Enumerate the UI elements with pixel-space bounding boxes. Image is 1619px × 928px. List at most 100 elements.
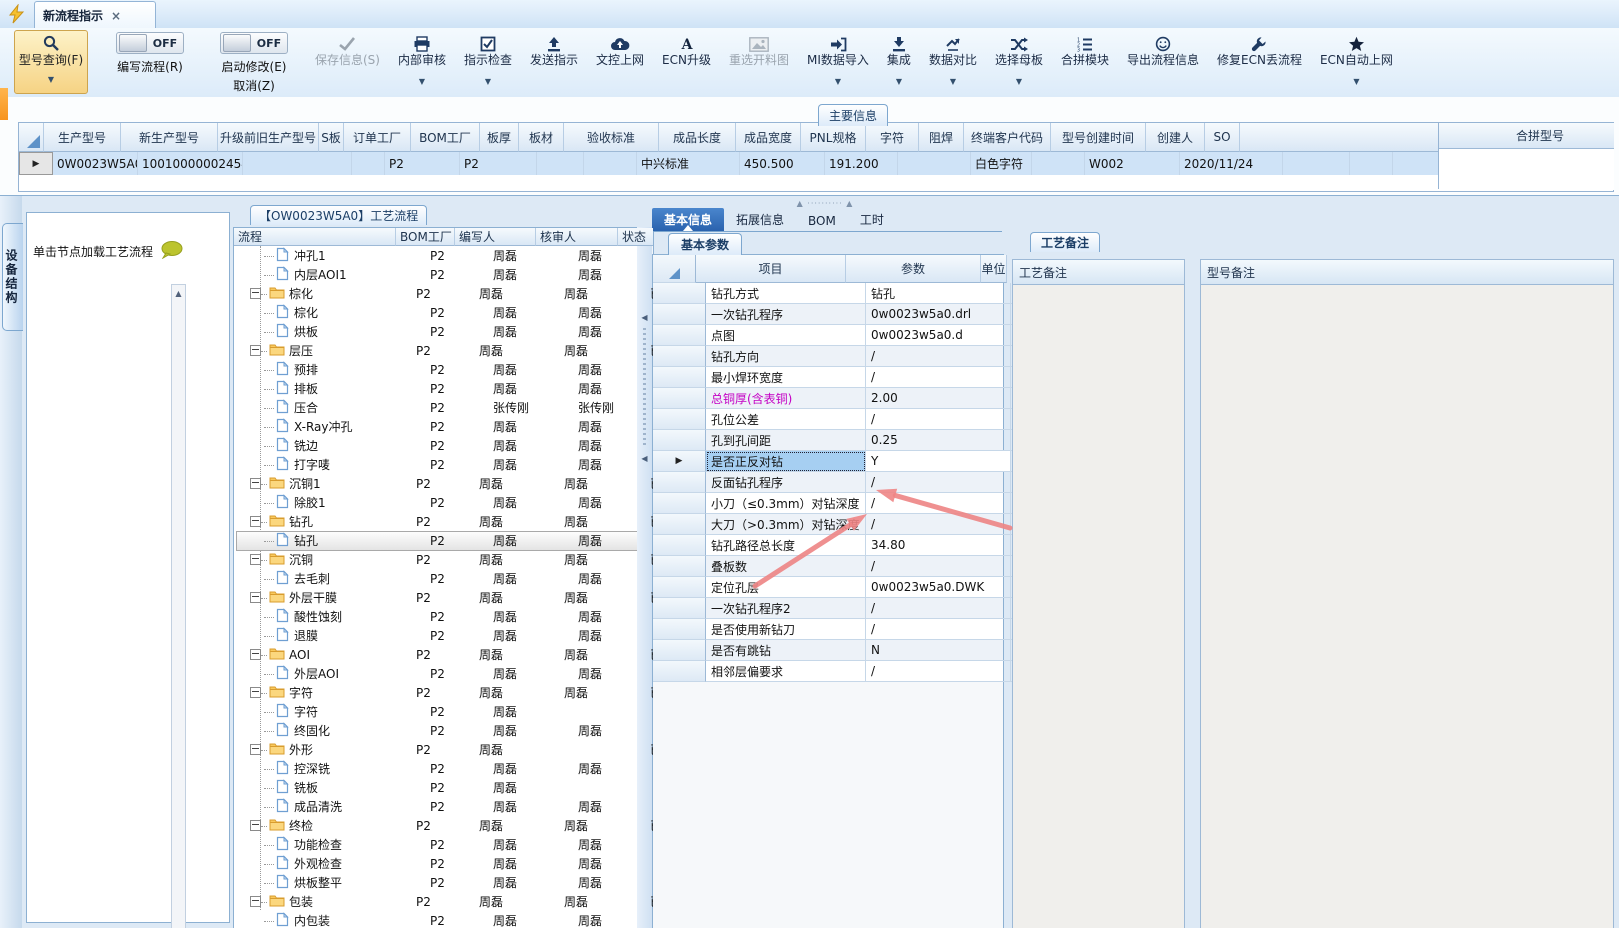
toolbar-item-label[interactable]: 编写流程(R) <box>117 58 183 75</box>
grid-cell[interactable] <box>584 152 637 175</box>
tree-cell-bom[interactable]: P2 <box>421 607 484 626</box>
tree-cell-writer[interactable]: 周磊 <box>484 379 569 398</box>
tree-row[interactable]: 终固化P2周磊周磊已审核 <box>234 721 653 740</box>
tab-equipment-structure[interactable]: 设备结构 <box>2 223 23 331</box>
tree-cell-writer[interactable]: 周磊 <box>484 436 569 455</box>
tab-basic-params[interactable]: 基本参数 <box>668 233 743 255</box>
tree-cell-status[interactable]: 已审核 <box>641 892 653 911</box>
param-item-cell[interactable]: 大刀（>0.3mm）对钻深度 <box>706 514 866 535</box>
param-value-cell[interactable]: / <box>866 661 1011 682</box>
param-value-cell[interactable]: 0w0023w5a0.drl <box>866 304 1011 325</box>
tab-process-flow[interactable]: 【OW0023W5A0】工艺流程 <box>250 205 428 225</box>
param-item-cell[interactable]: 钻孔方向 <box>706 346 866 367</box>
param-value-cell[interactable]: Y <box>866 451 1011 472</box>
column-header[interactable]: 成品长度 <box>659 123 736 152</box>
param-row[interactable]: 叠板数 / <box>653 556 1046 577</box>
tree-cell-auditor[interactable]: 周磊 <box>569 246 653 265</box>
tree-cell-auditor[interactable]: 周磊 <box>569 797 653 816</box>
grid-cell[interactable]: 191.200 <box>825 152 898 175</box>
param-item-cell[interactable]: 是否正反对钻 <box>706 451 866 472</box>
toolbar-button[interactable]: 数据对比 ▼ <box>920 28 986 87</box>
column-header[interactable]: 成品宽度 <box>736 123 801 152</box>
tree-cell-auditor[interactable]: 周磊 <box>555 512 641 531</box>
tree-cell-writer[interactable]: 周磊 <box>470 474 555 493</box>
tree-cell-bom[interactable]: P2 <box>421 854 484 873</box>
tree-row[interactable]: 成品清洗P2周磊周磊已审核 <box>234 797 653 816</box>
tree-cell-auditor[interactable]: 周磊 <box>555 816 641 835</box>
tree-column-header[interactable]: 核审人 <box>536 228 618 246</box>
param-item-cell[interactable]: 钻孔方式 <box>706 283 866 304</box>
param-item-cell[interactable]: 是否使用新钻刀 <box>706 619 866 640</box>
chevron-down-icon[interactable]: ▼ <box>48 75 54 85</box>
param-row-selector[interactable] <box>653 556 706 577</box>
tree-cell-bom[interactable]: P2 <box>407 816 470 835</box>
model-remark-body[interactable] <box>1201 285 1613 928</box>
tree-cell-writer[interactable]: 周磊 <box>484 911 569 928</box>
collapse-node-icon[interactable] <box>250 288 261 299</box>
tree-row[interactable]: 钻孔P2周磊周磊已审核 <box>234 512 653 531</box>
tree-row[interactable]: X-Ray冲孔P2周磊周磊已审核 <box>234 417 653 436</box>
column-header[interactable]: 订单工厂 <box>344 123 411 152</box>
tree-cell-status[interactable]: 已审核 <box>641 341 653 360</box>
tree-cell-writer[interactable]: 周磊 <box>470 341 555 360</box>
tree-node[interactable]: 烘板 <box>234 322 421 341</box>
column-header[interactable]: 板材 <box>519 123 564 152</box>
param-row-selector[interactable] <box>653 283 706 304</box>
tree-cell-auditor[interactable]: 周磊 <box>569 759 653 778</box>
grid-cell[interactable] <box>1350 152 1393 175</box>
tree-cell-writer[interactable]: 周磊 <box>484 360 569 379</box>
toolbar-button[interactable]: 导出流程信息 <box>1118 28 1208 68</box>
tree-cell-auditor[interactable]: 周磊 <box>555 550 641 569</box>
tree-node[interactable]: 终固化 <box>234 721 421 740</box>
tree-node[interactable]: 外形 <box>234 740 407 759</box>
tree-cell-bom[interactable]: P2 <box>421 398 484 417</box>
tree-cell-auditor[interactable]: 周磊 <box>555 645 641 664</box>
chevron-down-icon[interactable]: ▼ <box>419 77 425 87</box>
param-row-selector[interactable] <box>653 325 706 346</box>
param-value-cell[interactable]: N <box>866 640 1011 661</box>
param-item-cell[interactable]: 是否有跳钻 <box>706 640 866 661</box>
tree-row[interactable]: 烘板P2周磊周磊已审核 <box>234 322 653 341</box>
chevron-down-icon[interactable]: ▼ <box>835 77 841 87</box>
tree-cell-bom[interactable]: P2 <box>421 417 484 436</box>
tree-cell-bom[interactable]: P2 <box>407 683 470 702</box>
tree-cell-status[interactable]: 已审核 <box>641 550 653 569</box>
tree-column-header[interactable]: 状态 <box>618 228 653 246</box>
param-item-cell[interactable]: 相邻层偏要求 <box>706 661 866 682</box>
tree-column-header[interactable]: BOM工厂 <box>396 228 455 246</box>
tree-cell-writer[interactable]: 周磊 <box>484 607 569 626</box>
tree-cell-auditor[interactable]: 周磊 <box>569 531 653 550</box>
tree-row[interactable]: 字符P2周磊已编写 <box>234 702 653 721</box>
column-header[interactable]: 生产型号 <box>44 123 121 152</box>
tree-cell-auditor[interactable]: 周磊 <box>569 626 653 645</box>
param-item-cell[interactable]: 一次钻孔程序 <box>706 304 866 325</box>
param-column-header[interactable]: 参数 <box>846 255 981 283</box>
hint-row[interactable]: 单击节点加载工艺流程 <box>33 241 223 262</box>
grid-cell[interactable]: P2 <box>385 152 460 175</box>
toolbar-button[interactable]: MI数据导入 ▼ <box>798 28 878 87</box>
tree-row[interactable]: 冲孔1P2周磊周磊已审核 <box>234 246 653 265</box>
param-row[interactable]: 孔到孔间距0.25mm <box>653 430 1046 451</box>
tree-cell-auditor[interactable]: 张传刚 <box>569 398 653 417</box>
tree-cell-bom[interactable]: P2 <box>421 835 484 854</box>
toolbar-button[interactable]: 发送指示 <box>521 28 587 68</box>
param-row[interactable]: 最小焊环宽度/mil <box>653 367 1046 388</box>
tree-cell-auditor[interactable]: 周磊 <box>555 683 641 702</box>
tree-cell-auditor[interactable] <box>569 702 653 721</box>
toolbar-button[interactable]: 集成 ▼ <box>878 28 920 87</box>
process-remark-header[interactable]: 工艺备注 <box>1013 260 1184 285</box>
toolbar-button[interactable]: A ECN升级 <box>653 28 720 68</box>
param-item-cell[interactable]: 点图 <box>706 325 866 346</box>
tree-cell-bom[interactable]: P2 <box>407 588 470 607</box>
tree-cell-writer[interactable]: 周磊 <box>470 645 555 664</box>
tree-cell-status[interactable]: 已审核 <box>641 474 653 493</box>
tree-node[interactable]: 外层AOI <box>234 664 421 683</box>
tree-node[interactable]: 除胶1 <box>234 493 421 512</box>
grid-cell[interactable]: 2020/11/24 <box>1180 152 1283 175</box>
param-row-selector[interactable] <box>653 430 706 451</box>
tree-cell-bom[interactable]: P2 <box>421 246 484 265</box>
column-header[interactable]: S板 <box>319 123 344 152</box>
tree-row[interactable]: 钻孔P2周磊周磊已审核 <box>234 531 653 551</box>
tree-cell-auditor[interactable]: 周磊 <box>555 284 641 303</box>
tree-cell-bom[interactable]: P2 <box>421 436 484 455</box>
